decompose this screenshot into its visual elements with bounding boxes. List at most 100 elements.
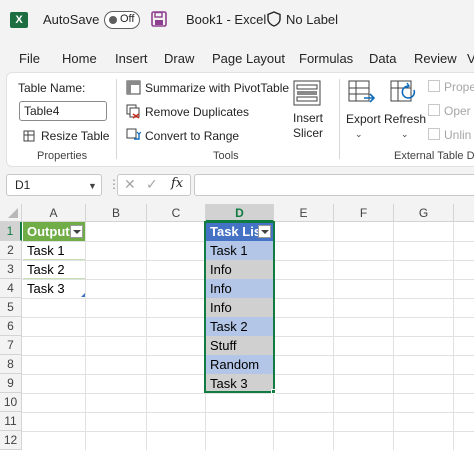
task-list-cell[interactable]: Info (206, 260, 273, 279)
output-cell[interactable]: Task 1 (23, 241, 85, 260)
chevron-down-icon[interactable]: ▼ (88, 181, 97, 191)
table-name-input[interactable]: Table4 (19, 101, 107, 121)
task-list-cell[interactable]: Info (206, 298, 273, 317)
cancel-icon[interactable]: ✕ (124, 176, 136, 193)
remove-duplicates-button[interactable]: Remove Duplicates (145, 105, 249, 119)
row-header-1[interactable]: 1 (0, 222, 22, 241)
filter-dropdown-icon[interactable] (258, 225, 271, 238)
autosave-toggle[interactable]: Off (104, 11, 140, 29)
refresh-button[interactable]: Refresh (384, 112, 426, 126)
insert-slicer-icon (293, 80, 321, 106)
unlink-icon (428, 128, 440, 140)
convert-to-range-button[interactable]: Convert to Range (145, 129, 239, 143)
refresh-icon (390, 80, 416, 102)
pivottable-icon (126, 80, 141, 95)
properties-icon (428, 80, 440, 92)
row-header-8[interactable]: 8 (0, 355, 22, 374)
group-separator (339, 79, 340, 159)
gridline (273, 222, 274, 450)
remove-duplicates-icon (126, 104, 140, 119)
tab-draw[interactable]: Draw (164, 51, 194, 66)
tab-formulas[interactable]: Formulas (299, 51, 353, 66)
select-all-icon (8, 208, 18, 218)
properties-button[interactable]: Prope (444, 80, 474, 94)
summarize-pivottable-button[interactable]: Summarize with PivotTable (145, 81, 289, 95)
row-header-5[interactable]: 5 (0, 298, 22, 317)
gridline (22, 431, 474, 432)
column-header-g[interactable]: G (394, 204, 454, 222)
tab-data[interactable]: Data (369, 51, 396, 66)
row-header-10[interactable]: 10 (0, 393, 22, 412)
formula-input[interactable] (194, 174, 474, 196)
autosave-state: Off (120, 13, 135, 25)
export-dropdown-icon[interactable]: ⌄ (355, 129, 363, 140)
task-list-cell[interactable]: Random (206, 355, 273, 374)
properties-group-title: Properties (37, 150, 88, 162)
title-bar: X AutoSave Off Book1 - Excel No Label (0, 0, 474, 40)
tab-file[interactable]: File (19, 51, 40, 66)
gridline (393, 222, 394, 450)
insert-slicer-line1[interactable]: Insert (293, 111, 323, 125)
column-header-a[interactable]: A (22, 204, 86, 222)
resize-table-icon (23, 130, 35, 142)
output-cell[interactable]: Task 3 (23, 279, 85, 298)
row-header-4[interactable]: 4 (0, 279, 22, 298)
tab-page-layout[interactable]: Page Layout (212, 51, 285, 66)
tab-view[interactable]: V (467, 51, 474, 66)
group-separator (116, 79, 117, 159)
ribbon-tabs: File Home Insert Draw Page Layout Formul… (0, 40, 474, 72)
column-header-e[interactable]: E (274, 204, 334, 222)
filter-dropdown-icon[interactable] (70, 225, 83, 238)
output-cell[interactable]: Task 2 (23, 260, 85, 279)
shield-icon[interactable] (266, 11, 282, 27)
open-in-browser-icon (428, 104, 440, 116)
gridline (453, 222, 454, 450)
tab-home[interactable]: Home (62, 51, 97, 66)
tab-review[interactable]: Review (414, 51, 457, 66)
export-button[interactable]: Export (346, 112, 381, 126)
task-list-cell[interactable]: Stuff (206, 336, 273, 355)
task-list-cell[interactable]: Task 2 (206, 317, 273, 336)
resize-table-button[interactable]: Resize Table (41, 129, 109, 143)
row-header-9[interactable]: 9 (0, 374, 22, 393)
row-header-11[interactable]: 11 (0, 412, 22, 431)
table-resize-handle[interactable] (81, 293, 85, 297)
column-header-d[interactable]: D (206, 204, 274, 222)
row-header-7[interactable]: 7 (0, 336, 22, 355)
task-list-cell[interactable]: Task 3 (206, 374, 273, 393)
toggle-knob (109, 16, 117, 24)
ribbon-panel: Table Name: Table4 Resize Table Properti… (6, 72, 474, 167)
gridline (333, 222, 334, 450)
tab-insert[interactable]: Insert (115, 51, 148, 66)
tools-group-title: Tools (213, 150, 239, 162)
insert-slicer-line2[interactable]: Slicer (293, 126, 323, 140)
insert-function-button[interactable]: fx (171, 176, 183, 191)
autosave-label: AutoSave (43, 12, 100, 27)
column-header-b[interactable]: B (86, 204, 147, 222)
fill-handle[interactable] (271, 389, 276, 394)
column-header-c[interactable]: C (147, 204, 206, 222)
enter-icon[interactable]: ✓ (146, 176, 158, 193)
document-title: Book1 - Excel (186, 12, 267, 27)
column-header-f[interactable]: F (334, 204, 394, 222)
unlink-button[interactable]: Unlin (444, 128, 471, 142)
sensitivity-label[interactable]: No Label (286, 12, 338, 27)
row-header-2[interactable]: 2 (0, 241, 22, 260)
gridline (22, 393, 474, 394)
row-header-3[interactable]: 3 (0, 260, 22, 279)
refresh-dropdown-icon[interactable]: ⌄ (401, 129, 409, 140)
table-name-label: Table Name: (18, 81, 86, 95)
row-header-6[interactable]: 6 (0, 317, 22, 336)
gridline (85, 222, 86, 450)
export-icon (348, 80, 376, 103)
row-header-12[interactable]: 12 (0, 431, 22, 450)
task-list-cell[interactable]: Task 1 (206, 241, 273, 260)
open-in-browser-button[interactable]: Oper (444, 104, 471, 118)
gridline (22, 412, 474, 413)
save-icon[interactable] (151, 11, 167, 27)
gridline (146, 222, 147, 450)
task-list-cell[interactable]: Info (206, 279, 273, 298)
excel-icon[interactable]: X (10, 12, 28, 28)
external-table-data-group-title: External Table Da (394, 150, 474, 162)
column-header-h[interactable] (454, 204, 474, 222)
